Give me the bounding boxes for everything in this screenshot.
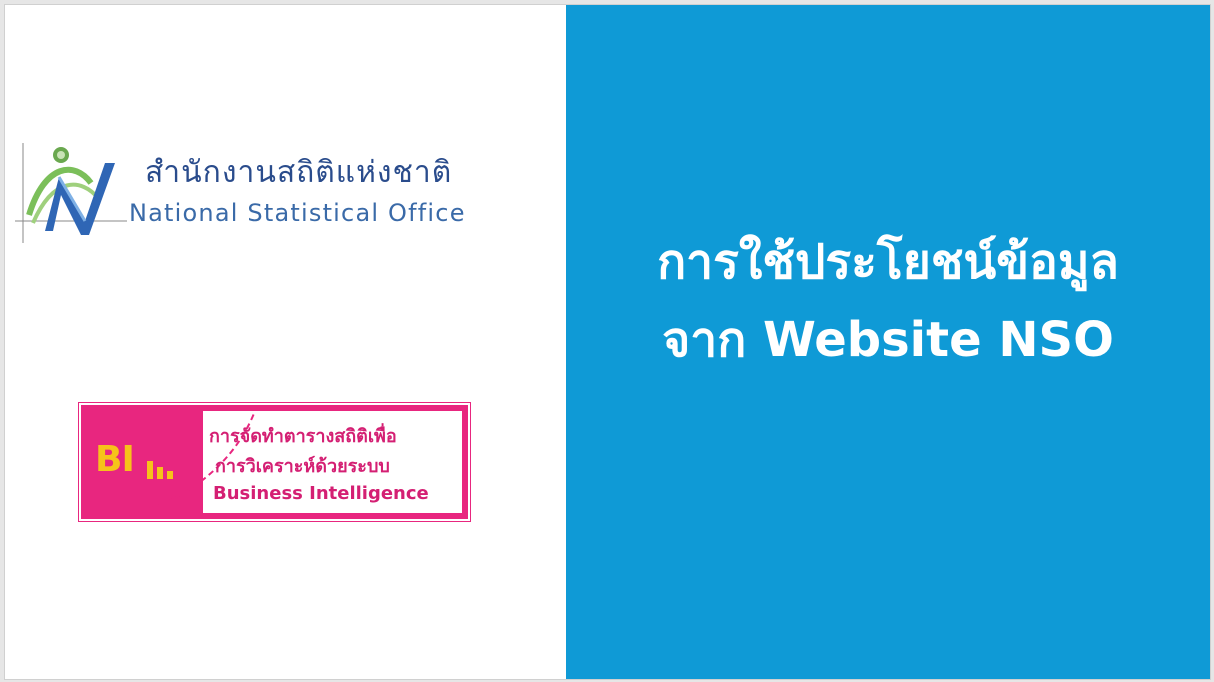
nso-emblem-icon bbox=[15, 143, 127, 243]
slide-title: การใช้ประโยชน์ข้อมูล จาก Website NSO bbox=[566, 223, 1210, 379]
bi-line-3: Business Intelligence bbox=[213, 483, 429, 504]
title-line-2: จาก Website NSO bbox=[662, 312, 1114, 368]
title-line-1: การใช้ประโยชน์ข้อมูล bbox=[657, 234, 1119, 290]
nso-english-name: National Statistical Office bbox=[129, 199, 466, 227]
nso-logo: สำนักงานสถิติแห่งชาติ National Statistic… bbox=[15, 143, 555, 243]
slide: สำนักงานสถิติแห่งชาติ National Statistic… bbox=[4, 4, 1211, 680]
left-panel: สำนักงานสถิติแห่งชาติ National Statistic… bbox=[5, 5, 566, 679]
bi-line-1: การจัดทำตารางสถิติเพื่อ bbox=[209, 426, 397, 447]
bi-logo: BI การจัดทำตารางสถิติเพื่อ การวิเคราะห์ด… bbox=[78, 402, 471, 522]
bi-line-2: การวิเคราะห์ด้วยระบบ bbox=[215, 456, 390, 477]
right-panel: การใช้ประโยชน์ข้อมูล จาก Website NSO bbox=[566, 5, 1210, 679]
nso-thai-name: สำนักงานสถิติแห่งชาติ bbox=[145, 155, 453, 190]
